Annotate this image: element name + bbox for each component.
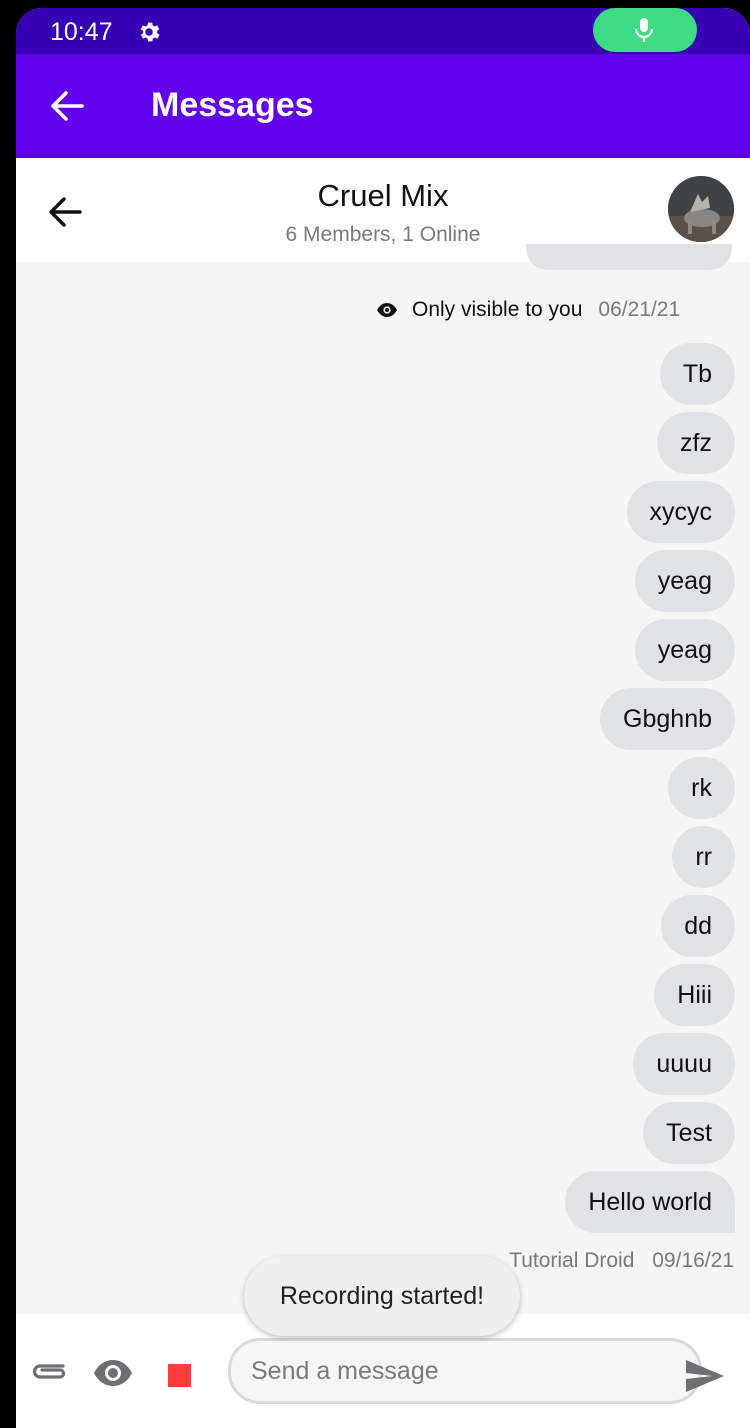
app-title: Messages: [151, 86, 314, 124]
visibility-note: Only visible to you 06/21/21: [376, 296, 680, 324]
screen: 10:47 Messages Cruel Mix 6 Members, 1 On…: [16, 8, 750, 1428]
app-bar: Messages: [16, 54, 750, 158]
message-bubble[interactable]: yeag: [634, 619, 735, 681]
message-bubble[interactable]: yeag: [634, 550, 735, 612]
message-author: Tutorial Droid: [509, 1249, 635, 1272]
wolf-avatar-image: [668, 176, 734, 242]
message-bubble[interactable]: Test: [643, 1102, 735, 1164]
message-bubble[interactable]: dd: [661, 895, 735, 957]
eye-icon: [377, 303, 397, 317]
message-bubble[interactable]: uuuu: [633, 1033, 735, 1095]
mic-icon: [634, 18, 654, 42]
message-list: Tb zfz xycyc yeag yeag Gbghnb rk rr dd Hiii uuuu Te…: [565, 343, 735, 1240]
visibility-label: Only visible to you: [412, 298, 583, 321]
paperclip-icon[interactable]: [30, 1358, 68, 1384]
partial-message-bubble: [526, 244, 732, 270]
message-bubble[interactable]: Hello world: [565, 1171, 735, 1233]
message-bubble[interactable]: xycyc: [626, 481, 735, 543]
avatar[interactable]: [668, 176, 734, 242]
message-bubble[interactable]: Tb: [659, 343, 735, 405]
message-bubble[interactable]: Hiii: [654, 964, 735, 1026]
mic-indicator[interactable]: [593, 8, 697, 52]
message-input[interactable]: [228, 1338, 702, 1404]
eye-icon[interactable]: [92, 1358, 134, 1388]
message-meta: Tutorial Droid 09/16/21: [509, 1249, 734, 1273]
back-arrow-icon[interactable]: [50, 90, 84, 122]
message-date: 09/16/21: [652, 1249, 734, 1272]
visibility-date: 06/21/21: [598, 298, 681, 321]
status-bar: 10:47: [16, 8, 750, 54]
message-bubble[interactable]: zfz: [657, 412, 735, 474]
message-bubble[interactable]: Gbghnb: [600, 688, 735, 750]
send-icon[interactable]: [684, 1358, 726, 1394]
message-bubble[interactable]: rk: [668, 757, 735, 819]
status-time: 10:47: [50, 18, 113, 46]
stop-recording-button[interactable]: [168, 1364, 191, 1387]
gear-icon: [140, 22, 160, 42]
toast: Recording started!: [244, 1256, 520, 1336]
message-bubble[interactable]: rr: [672, 826, 735, 888]
channel-title: Cruel Mix: [317, 178, 449, 213]
